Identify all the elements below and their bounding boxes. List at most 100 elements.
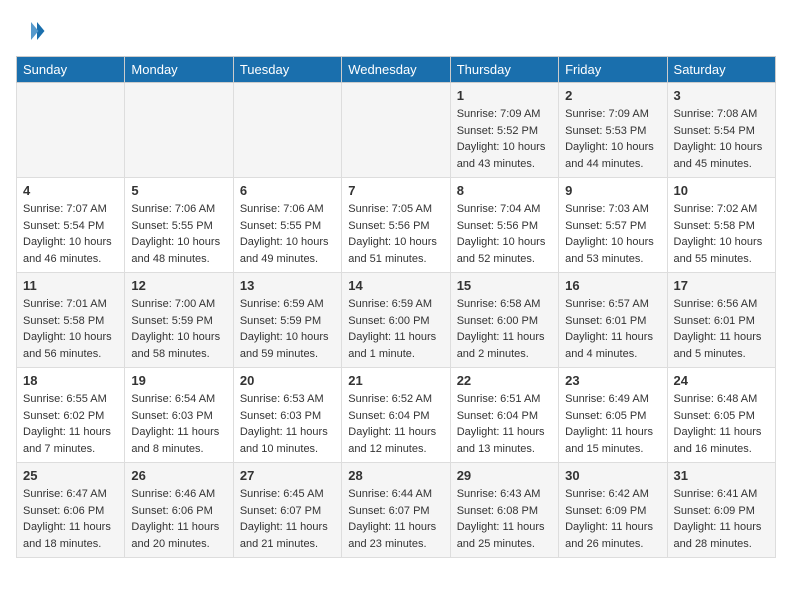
calendar-cell: 25 Sunrise: 6:47 AM Sunset: 6:06 PM Dayli…: [17, 463, 125, 558]
day-info: Sunrise: 6:47 AM Sunset: 6:06 PM Dayligh…: [23, 486, 118, 552]
day-number: 25: [23, 468, 118, 483]
day-number: 4: [23, 183, 118, 198]
calendar-cell: 26 Sunrise: 6:46 AM Sunset: 6:06 PM Dayli…: [125, 463, 233, 558]
day-info: Sunrise: 6:48 AM Sunset: 6:05 PM Dayligh…: [674, 391, 769, 457]
day-number: 23: [565, 373, 660, 388]
day-number: 1: [457, 88, 552, 103]
week-row-0: 1Sunrise: 7:09 AM Sunset: 5:52 PM Daylig…: [17, 83, 776, 178]
day-info: Sunrise: 6:46 AM Sunset: 6:06 PM Dayligh…: [131, 486, 226, 552]
header-thursday: Thursday: [450, 57, 558, 83]
day-number: 29: [457, 468, 552, 483]
day-number: 30: [565, 468, 660, 483]
calendar-cell: 29 Sunrise: 6:43 AM Sunset: 6:08 PM Dayli…: [450, 463, 558, 558]
calendar-cell: 14Sunrise: 6:59 AM Sunset: 6:00 PM Dayli…: [342, 273, 450, 368]
header-wednesday: Wednesday: [342, 57, 450, 83]
day-number: 6: [240, 183, 335, 198]
day-number: 11: [23, 278, 118, 293]
header-monday: Monday: [125, 57, 233, 83]
day-number: 22: [457, 373, 552, 388]
calendar-cell: 10 Sunrise: 7:02 AM Sunset: 5:58 PM Dayli…: [667, 178, 775, 273]
calendar-cell: 1Sunrise: 7:09 AM Sunset: 5:52 PM Daylig…: [450, 83, 558, 178]
header-row: SundayMondayTuesdayWednesdayThursdayFrid…: [17, 57, 776, 83]
day-number: 9: [565, 183, 660, 198]
day-info: Sunrise: 7:04 AM Sunset: 5:56 PM Dayligh…: [457, 201, 552, 267]
calendar-cell: 5Sunrise: 7:06 AM Sunset: 5:55 PM Daylig…: [125, 178, 233, 273]
day-info: Sunrise: 6:56 AM Sunset: 6:01 PM Dayligh…: [674, 296, 769, 362]
calendar-cell: 22 Sunrise: 6:51 AM Sunset: 6:04 PM Dayli…: [450, 368, 558, 463]
day-info: Sunrise: 6:51 AM Sunset: 6:04 PM Dayligh…: [457, 391, 552, 457]
day-info: Sunrise: 7:08 AM Sunset: 5:54 PM Dayligh…: [674, 106, 769, 172]
calendar-cell: 16Sunrise: 6:57 AM Sunset: 6:01 PM Dayli…: [559, 273, 667, 368]
day-info: Sunrise: 6:43 AM Sunset: 6:08 PM Dayligh…: [457, 486, 552, 552]
day-number: 21: [348, 373, 443, 388]
day-info: Sunrise: 7:06 AM Sunset: 5:55 PM Dayligh…: [240, 201, 335, 267]
calendar-cell: 12 Sunrise: 7:00 AM Sunset: 5:59 PM Dayli…: [125, 273, 233, 368]
day-info: Sunrise: 6:41 AM Sunset: 6:09 PM Dayligh…: [674, 486, 769, 552]
logo-icon: [16, 16, 46, 46]
page-header: [16, 16, 776, 46]
calendar-cell: 24 Sunrise: 6:48 AM Sunset: 6:05 PM Dayli…: [667, 368, 775, 463]
logo: [16, 16, 50, 46]
week-row-3: 18 Sunrise: 6:55 AM Sunset: 6:02 PM Dayli…: [17, 368, 776, 463]
calendar-cell: 3 Sunrise: 7:08 AM Sunset: 5:54 PM Daylig…: [667, 83, 775, 178]
calendar-cell: 31 Sunrise: 6:41 AM Sunset: 6:09 PM Dayli…: [667, 463, 775, 558]
day-number: 17: [674, 278, 769, 293]
day-number: 13: [240, 278, 335, 293]
day-info: Sunrise: 6:45 AM Sunset: 6:07 PM Dayligh…: [240, 486, 335, 552]
day-number: 27: [240, 468, 335, 483]
week-row-1: 4 Sunrise: 7:07 AM Sunset: 5:54 PM Daylig…: [17, 178, 776, 273]
header-sunday: Sunday: [17, 57, 125, 83]
calendar-cell: 20Sunrise: 6:53 AM Sunset: 6:03 PM Dayli…: [233, 368, 341, 463]
calendar-cell: 17 Sunrise: 6:56 AM Sunset: 6:01 PM Dayli…: [667, 273, 775, 368]
calendar-cell: 18 Sunrise: 6:55 AM Sunset: 6:02 PM Dayli…: [17, 368, 125, 463]
day-info: Sunrise: 7:07 AM Sunset: 5:54 PM Dayligh…: [23, 201, 118, 267]
day-number: 10: [674, 183, 769, 198]
day-number: 28: [348, 468, 443, 483]
header-tuesday: Tuesday: [233, 57, 341, 83]
day-info: Sunrise: 7:03 AM Sunset: 5:57 PM Dayligh…: [565, 201, 660, 267]
day-info: Sunrise: 6:58 AM Sunset: 6:00 PM Dayligh…: [457, 296, 552, 362]
day-number: 18: [23, 373, 118, 388]
calendar-cell: [125, 83, 233, 178]
calendar-cell: 7Sunrise: 7:05 AM Sunset: 5:56 PM Daylig…: [342, 178, 450, 273]
day-info: Sunrise: 6:52 AM Sunset: 6:04 PM Dayligh…: [348, 391, 443, 457]
day-number: 5: [131, 183, 226, 198]
calendar-cell: 4 Sunrise: 7:07 AM Sunset: 5:54 PM Daylig…: [17, 178, 125, 273]
day-info: Sunrise: 7:02 AM Sunset: 5:58 PM Dayligh…: [674, 201, 769, 267]
day-info: Sunrise: 6:49 AM Sunset: 6:05 PM Dayligh…: [565, 391, 660, 457]
day-info: Sunrise: 7:01 AM Sunset: 5:58 PM Dayligh…: [23, 296, 118, 362]
calendar-cell: 28 Sunrise: 6:44 AM Sunset: 6:07 PM Dayli…: [342, 463, 450, 558]
calendar-cell: [17, 83, 125, 178]
calendar-cell: [233, 83, 341, 178]
calendar-cell: 19 Sunrise: 6:54 AM Sunset: 6:03 PM Dayli…: [125, 368, 233, 463]
day-info: Sunrise: 6:54 AM Sunset: 6:03 PM Dayligh…: [131, 391, 226, 457]
day-number: 8: [457, 183, 552, 198]
day-number: 24: [674, 373, 769, 388]
day-info: Sunrise: 6:42 AM Sunset: 6:09 PM Dayligh…: [565, 486, 660, 552]
calendar-cell: 21 Sunrise: 6:52 AM Sunset: 6:04 PM Dayli…: [342, 368, 450, 463]
calendar-cell: 9 Sunrise: 7:03 AM Sunset: 5:57 PM Daylig…: [559, 178, 667, 273]
day-number: 3: [674, 88, 769, 103]
day-info: Sunrise: 6:44 AM Sunset: 6:07 PM Dayligh…: [348, 486, 443, 552]
header-friday: Friday: [559, 57, 667, 83]
calendar-cell: 6 Sunrise: 7:06 AM Sunset: 5:55 PM Daylig…: [233, 178, 341, 273]
day-number: 31: [674, 468, 769, 483]
day-number: 2: [565, 88, 660, 103]
day-info: Sunrise: 6:55 AM Sunset: 6:02 PM Dayligh…: [23, 391, 118, 457]
day-info: Sunrise: 7:09 AM Sunset: 5:53 PM Dayligh…: [565, 106, 660, 172]
day-number: 19: [131, 373, 226, 388]
calendar-table: SundayMondayTuesdayWednesdayThursdayFrid…: [16, 56, 776, 558]
calendar-cell: 23 Sunrise: 6:49 AM Sunset: 6:05 PM Dayli…: [559, 368, 667, 463]
calendar-cell: 8 Sunrise: 7:04 AM Sunset: 5:56 PM Daylig…: [450, 178, 558, 273]
day-number: 12: [131, 278, 226, 293]
day-number: 26: [131, 468, 226, 483]
day-info: Sunrise: 7:00 AM Sunset: 5:59 PM Dayligh…: [131, 296, 226, 362]
week-row-4: 25 Sunrise: 6:47 AM Sunset: 6:06 PM Dayli…: [17, 463, 776, 558]
calendar-cell: 11 Sunrise: 7:01 AM Sunset: 5:58 PM Dayli…: [17, 273, 125, 368]
calendar-cell: [342, 83, 450, 178]
day-info: Sunrise: 6:57 AM Sunset: 6:01 PM Dayligh…: [565, 296, 660, 362]
calendar-cell: 15Sunrise: 6:58 AM Sunset: 6:00 PM Dayli…: [450, 273, 558, 368]
calendar-cell: 2 Sunrise: 7:09 AM Sunset: 5:53 PM Daylig…: [559, 83, 667, 178]
day-info: Sunrise: 6:59 AM Sunset: 6:00 PM Dayligh…: [348, 296, 443, 362]
day-info: Sunrise: 7:05 AM Sunset: 5:56 PM Dayligh…: [348, 201, 443, 267]
